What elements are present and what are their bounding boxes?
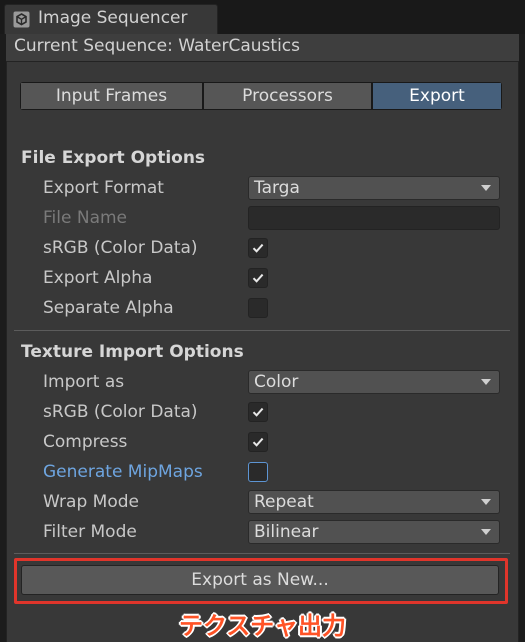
window-tab-bar: Image Sequencer (0, 0, 525, 34)
chevron-down-icon (481, 529, 491, 535)
srgb-import-checkbox[interactable] (248, 402, 268, 422)
filter-mode-dropdown[interactable]: Bilinear (248, 520, 500, 544)
checkmark-icon (252, 273, 264, 283)
compress-checkbox[interactable] (248, 432, 268, 452)
compress-label: Compress (43, 432, 128, 452)
checkmark-icon (252, 407, 264, 417)
export-alpha-checkbox[interactable] (248, 268, 268, 288)
wrap-mode-dropdown[interactable]: Repeat (248, 490, 500, 514)
export-format-label: Export Format (43, 178, 164, 198)
separate-alpha-checkbox[interactable] (248, 298, 268, 318)
highlight-box (14, 558, 508, 604)
section-divider (14, 330, 510, 331)
checkmark-icon (252, 243, 264, 253)
inspector-panel (6, 34, 519, 642)
annotation-caption: テクスチャ出力 (178, 612, 347, 640)
checkmark-icon (252, 437, 264, 447)
generate-mipmaps-label: Generate MipMaps (43, 462, 203, 482)
window-tab[interactable]: Image Sequencer (4, 4, 218, 34)
separate-alpha-label: Separate Alpha (43, 298, 174, 318)
current-sequence-label: Current Sequence: WaterCaustics (14, 36, 301, 56)
tab-input-frames[interactable]: Input Frames (21, 83, 202, 109)
chevron-down-icon (481, 185, 491, 191)
srgb-export-label: sRGB (Color Data) (43, 238, 198, 258)
file-export-options-header: File Export Options (21, 148, 206, 168)
window-title: Image Sequencer (38, 8, 188, 28)
texture-import-options-header: Texture Import Options (21, 342, 244, 362)
chevron-down-icon (481, 499, 491, 505)
filter-mode-label: Filter Mode (43, 522, 137, 542)
export-alpha-label: Export Alpha (43, 268, 153, 288)
sequence-header: Current Sequence: WaterCaustics (6, 34, 519, 62)
import-as-label: Import as (43, 372, 125, 392)
file-name-label: File Name (43, 208, 128, 228)
wrap-mode-value: Repeat (254, 492, 314, 512)
import-as-value: Color (254, 372, 299, 392)
chevron-down-icon (481, 379, 491, 385)
tab-processors[interactable]: Processors (204, 83, 371, 109)
srgb-export-checkbox[interactable] (248, 238, 268, 258)
mode-tabs: Input Frames Processors Export (20, 82, 502, 110)
tab-export[interactable]: Export (373, 83, 501, 109)
export-format-value: Targa (254, 178, 300, 198)
export-format-dropdown[interactable]: Targa (248, 176, 500, 200)
filter-mode-value: Bilinear (254, 522, 319, 542)
wrap-mode-label: Wrap Mode (43, 492, 139, 512)
import-as-dropdown[interactable]: Color (248, 370, 500, 394)
section-divider (14, 553, 510, 554)
generate-mipmaps-checkbox[interactable] (248, 462, 268, 482)
unity-logo-icon (13, 11, 30, 28)
srgb-import-label: sRGB (Color Data) (43, 402, 198, 422)
file-name-field[interactable] (248, 206, 500, 230)
